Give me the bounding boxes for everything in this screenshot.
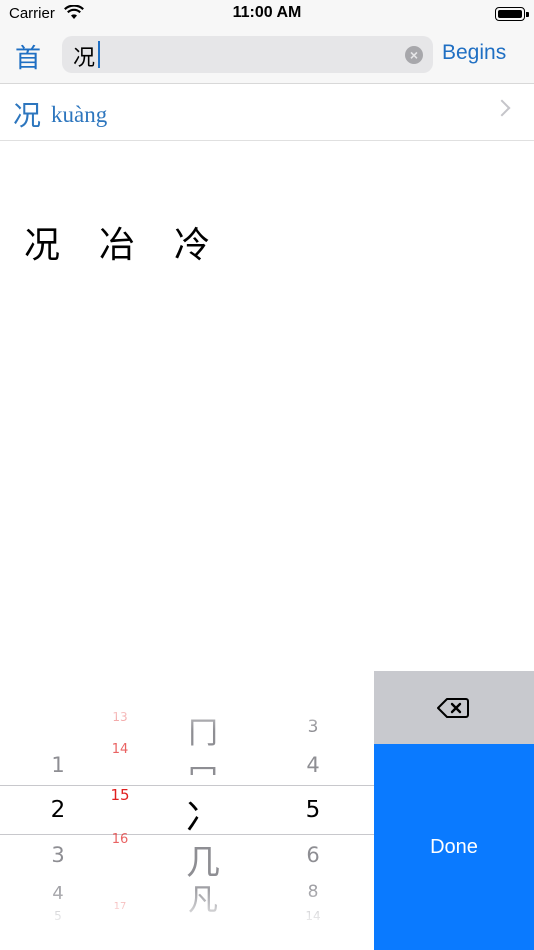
result-row[interactable]: 况 kuàng	[0, 84, 534, 141]
related-characters: 况冶冷	[24, 216, 249, 268]
picker-option[interactable]: 冖	[165, 749, 241, 793]
delete-key[interactable]	[374, 671, 534, 744]
picker-option-selected[interactable]: 冫	[165, 788, 241, 840]
backspace-icon	[437, 698, 469, 718]
related-character[interactable]: 冶	[99, 216, 174, 268]
related-character[interactable]: 况	[24, 216, 99, 268]
picker-option[interactable]: 16	[82, 832, 158, 847]
related-character[interactable]: 冷	[174, 216, 249, 268]
status-bar: Carrier 11:00 AM	[0, 0, 534, 28]
done-button[interactable]: Done	[374, 744, 534, 950]
search-bar: 首 况 × Begins	[0, 28, 534, 84]
picker-column-radical[interactable]: 冂 冖 冫 几 凡	[165, 671, 241, 950]
picker-option[interactable]: 4	[275, 753, 351, 777]
battery-icon	[495, 7, 529, 21]
picker-option[interactable]: 17	[82, 901, 158, 912]
picker-option[interactable]: 3	[275, 717, 351, 737]
clear-icon[interactable]: ×	[405, 46, 423, 64]
match-mode-button[interactable]: Begins	[442, 41, 506, 65]
picker-option[interactable]: 6	[275, 843, 351, 867]
clock: 11:00 AM	[232, 4, 302, 21]
picker-option-selected[interactable]: 5	[275, 797, 351, 823]
picker-column-radical-number[interactable]: 13 14 15 16 17	[82, 671, 158, 950]
chevron-right-icon	[493, 99, 511, 117]
radical-button[interactable]: 首	[15, 38, 41, 75]
picker-option[interactable]: 凡	[165, 875, 241, 919]
picker-option[interactable]: 13	[82, 710, 158, 724]
result-pinyin: kuàng	[51, 102, 108, 127]
picker-option[interactable]: 14	[275, 909, 351, 923]
text-cursor	[98, 41, 100, 68]
search-field[interactable]: 况 ×	[62, 36, 433, 73]
search-input[interactable]: 况	[73, 40, 95, 72]
picker-column-character-strokes[interactable]: 3 4 5 6 8 14	[275, 671, 351, 950]
result-character: 况	[13, 99, 42, 132]
picker-option[interactable]: 冂	[165, 708, 241, 752]
picker-option[interactable]: 8	[275, 882, 351, 902]
radical-picker[interactable]: 1 2 3 4 5 13 14 15 16 17 冂 冖 冫 几 凡 3 4 5…	[0, 671, 374, 950]
picker-option[interactable]: 14	[82, 742, 158, 757]
picker-option-selected[interactable]: 15	[82, 786, 158, 804]
